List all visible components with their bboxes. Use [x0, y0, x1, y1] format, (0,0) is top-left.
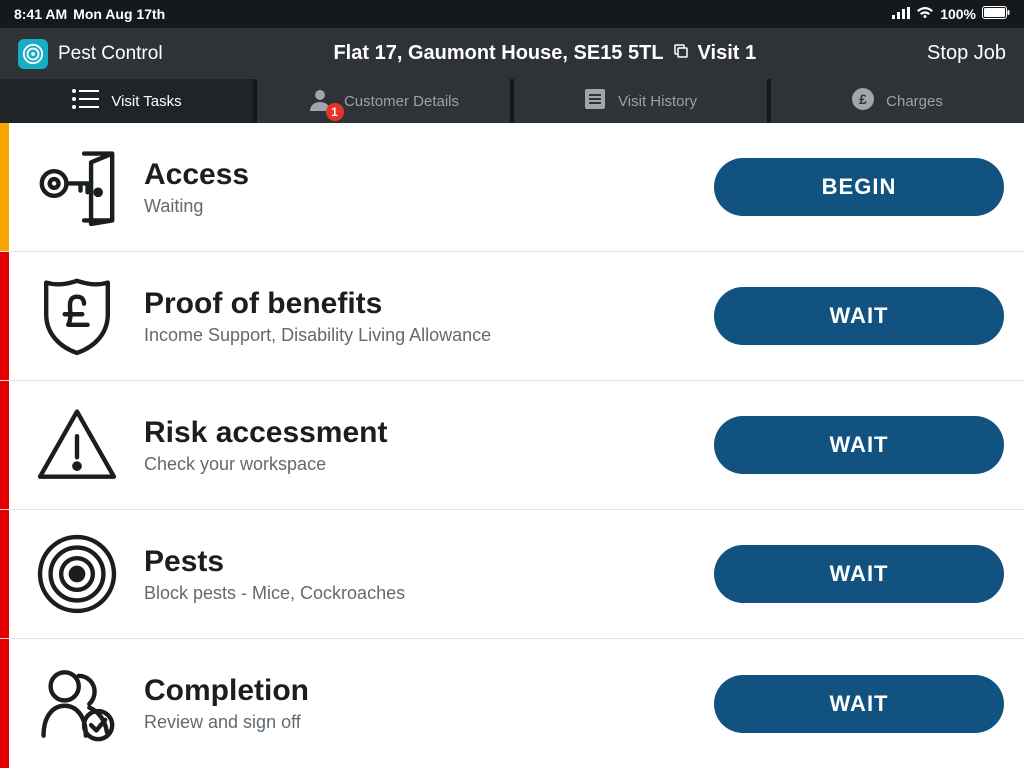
app-name: Pest Control	[58, 43, 163, 65]
begin-button[interactable]: BEGIN	[714, 158, 1004, 216]
pound-icon: £	[852, 88, 874, 114]
list-icon	[71, 88, 99, 114]
task-title: Completion	[144, 674, 694, 708]
status-stripe	[0, 123, 9, 251]
tab-charges[interactable]: £ Charges	[767, 79, 1024, 123]
tab-customer-details[interactable]: Customer Details 1	[253, 79, 510, 123]
status-stripe	[0, 381, 9, 509]
pound-shield-icon	[9, 272, 144, 360]
battery-percent: 100%	[940, 6, 976, 22]
header-visit: Visit 1	[698, 42, 757, 65]
stop-job-button[interactable]: Stop Job	[927, 42, 1006, 65]
task-subtitle: Check your workspace	[144, 454, 694, 475]
wifi-icon	[916, 6, 934, 22]
wait-button[interactable]: WAIT	[714, 287, 1004, 345]
task-title: Risk accessment	[144, 416, 694, 450]
header-bar: Pest Control Flat 17, Gaumont House, SE1…	[0, 28, 1024, 79]
tab-label: Customer Details	[344, 93, 459, 110]
task-subtitle: Income Support, Disability Living Allowa…	[144, 325, 694, 346]
history-icon	[584, 88, 606, 114]
task-title: Proof of benefits	[144, 287, 694, 321]
task-row: Access Waiting BEGIN	[0, 123, 1024, 252]
status-stripe	[0, 252, 9, 380]
battery-icon	[982, 6, 1010, 22]
copy-icon[interactable]	[672, 42, 690, 66]
people-check-icon	[9, 660, 144, 748]
task-title: Pests	[144, 545, 694, 579]
warning-icon	[9, 401, 144, 489]
task-row: Proof of benefits Income Support, Disabi…	[0, 252, 1024, 381]
task-row: Pests Block pests - Mice, Cockroaches WA…	[0, 510, 1024, 639]
status-bar: 8:41 AM Mon Aug 17th 100%	[0, 0, 1024, 28]
task-title: Access	[144, 158, 694, 192]
tab-visit-tasks[interactable]: Visit Tasks	[0, 79, 253, 123]
svg-text:£: £	[859, 91, 867, 107]
task-subtitle: Block pests - Mice, Cockroaches	[144, 583, 694, 604]
wait-button[interactable]: WAIT	[714, 545, 1004, 603]
tab-visit-history[interactable]: Visit History	[510, 79, 767, 123]
header-address: Flat 17, Gaumont House, SE15 5TL	[333, 42, 663, 65]
task-subtitle: Review and sign off	[144, 712, 694, 733]
key-door-icon	[9, 143, 144, 231]
task-row: Risk accessment Check your workspace WAI…	[0, 381, 1024, 510]
status-date: Mon Aug 17th	[73, 6, 165, 22]
status-stripe	[0, 510, 9, 638]
tab-label: Visit Tasks	[111, 93, 181, 110]
task-list: Access Waiting BEGIN Proof of benefits I…	[0, 123, 1024, 768]
cellular-icon	[892, 6, 910, 22]
task-row: Completion Review and sign off WAIT	[0, 639, 1024, 768]
status-time: 8:41 AM	[14, 6, 67, 22]
wait-button[interactable]: WAIT	[714, 675, 1004, 733]
tabs: Visit Tasks Customer Details 1 Visit His…	[0, 79, 1024, 123]
notification-badge: 1	[326, 103, 344, 121]
tab-label: Visit History	[618, 93, 697, 110]
target-icon	[9, 530, 144, 618]
status-stripe	[0, 639, 9, 768]
task-subtitle: Waiting	[144, 196, 694, 217]
tab-label: Charges	[886, 93, 943, 110]
wait-button[interactable]: WAIT	[714, 416, 1004, 474]
app-icon	[18, 39, 48, 69]
